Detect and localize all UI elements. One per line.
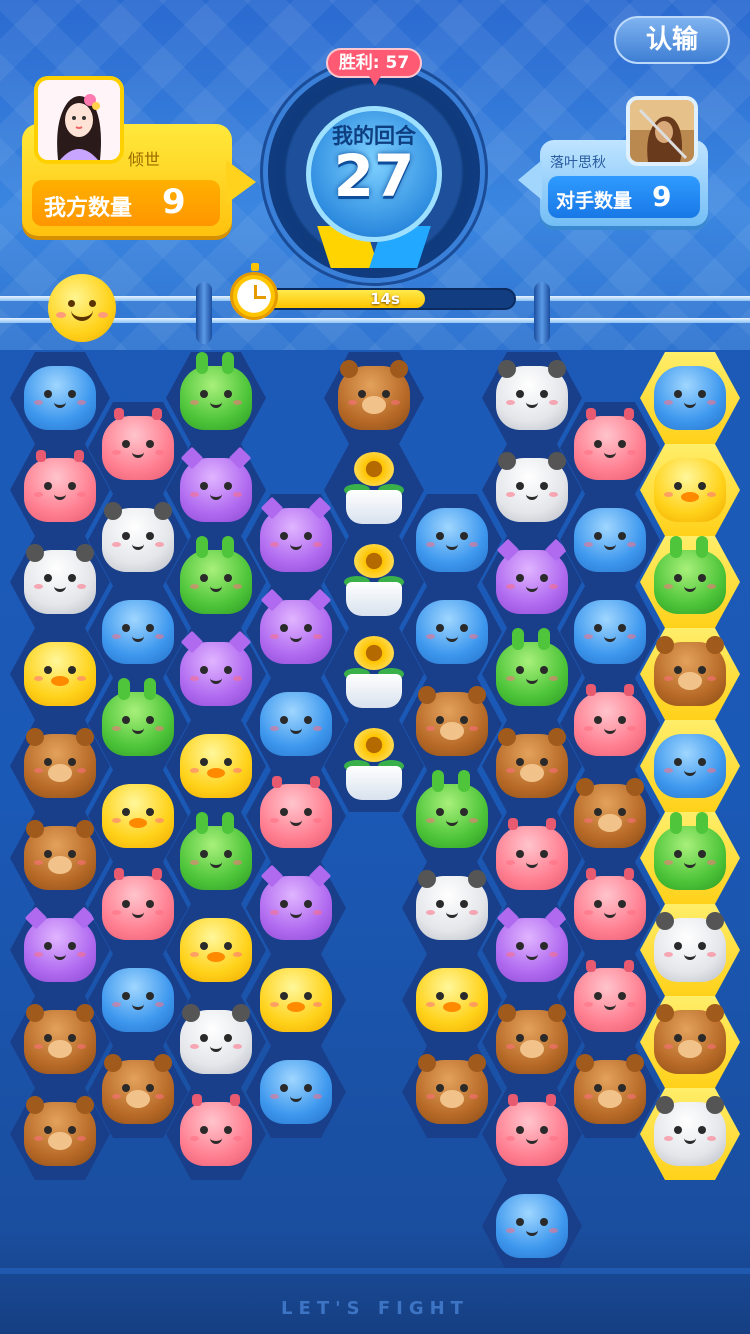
blue-hippo-icon[interactable] [574, 508, 646, 572]
win-badge-pointer [369, 76, 381, 86]
brown-bear-icon[interactable] [24, 1004, 96, 1074]
opponent-avatar-warrior-icon[interactable] [626, 96, 698, 166]
sunflower-pot-icon[interactable] [338, 450, 410, 528]
sunflower-pot-icon[interactable] [338, 634, 410, 712]
brown-bear-icon[interactable] [496, 1004, 568, 1074]
blue-hippo-icon[interactable] [24, 366, 96, 430]
blue-hippo-icon[interactable] [496, 1194, 568, 1258]
purple-cat-icon[interactable] [180, 446, 252, 522]
white-panda-icon[interactable] [654, 912, 726, 982]
player-count-value: 9 [162, 182, 186, 222]
brown-bear-icon[interactable] [24, 820, 96, 890]
footer-slogan: LET'S FIGHT [281, 1298, 469, 1319]
pink-deer-icon[interactable] [260, 776, 332, 848]
ring-post-right [534, 282, 550, 344]
footer-band [0, 1268, 750, 1274]
brown-bear-icon[interactable] [574, 778, 646, 848]
purple-cat-icon[interactable] [260, 864, 332, 940]
yellow-chick-icon[interactable] [24, 642, 96, 706]
pink-deer-icon[interactable] [24, 450, 96, 522]
blue-hippo-icon[interactable] [260, 692, 332, 756]
pink-deer-icon[interactable] [496, 818, 568, 890]
yellow-chick-icon[interactable] [416, 968, 488, 1032]
player-panel-pointer [226, 160, 256, 204]
blue-hippo-icon[interactable] [102, 968, 174, 1032]
purple-cat-icon[interactable] [496, 906, 568, 982]
green-bunny-icon[interactable] [180, 536, 252, 614]
yellow-chick-icon[interactable] [180, 918, 252, 982]
brown-bear-icon[interactable] [496, 728, 568, 798]
opponent-count-label: 对手数量 [556, 190, 633, 212]
blue-hippo-icon[interactable] [654, 734, 726, 798]
player-count-label: 我方数量 [44, 196, 133, 221]
green-bunny-icon[interactable] [496, 628, 568, 706]
pink-deer-icon[interactable] [574, 684, 646, 756]
brown-bear-icon[interactable] [416, 686, 488, 756]
opponent-name: 落叶思秋 [550, 155, 606, 171]
blue-hippo-icon[interactable] [416, 600, 488, 664]
player-avatar-girl-icon[interactable] [34, 76, 124, 164]
pink-deer-icon[interactable] [102, 408, 174, 480]
blue-hippo-icon[interactable] [102, 600, 174, 664]
white-panda-icon[interactable] [416, 870, 488, 940]
green-bunny-icon[interactable] [416, 770, 488, 848]
purple-cat-icon[interactable] [260, 588, 332, 664]
surrender-button[interactable]: 认输 [614, 16, 730, 64]
green-bunny-icon[interactable] [654, 812, 726, 890]
brown-bear-icon[interactable] [102, 1054, 174, 1124]
sunflower-pot-icon[interactable] [338, 542, 410, 620]
yellow-chick-icon[interactable] [180, 734, 252, 798]
brown-bear-icon[interactable] [24, 1096, 96, 1166]
win-count-badge: 胜利: 57 [326, 48, 422, 78]
turn-number: 27 [333, 142, 415, 210]
brown-bear-icon[interactable] [24, 728, 96, 798]
green-bunny-icon[interactable] [180, 352, 252, 430]
yellow-chick-icon[interactable] [260, 968, 332, 1032]
opponent-count-value: 9 [652, 180, 672, 213]
brown-bear-icon[interactable] [654, 636, 726, 706]
green-bunny-icon[interactable] [180, 812, 252, 890]
pink-deer-icon[interactable] [180, 1094, 252, 1166]
pink-deer-icon[interactable] [574, 868, 646, 940]
timer-text: 14s [370, 290, 400, 308]
purple-cat-icon[interactable] [496, 538, 568, 614]
smiley-face-icon[interactable] [48, 274, 116, 342]
purple-cat-icon[interactable] [260, 496, 332, 572]
sunflower-pot-icon[interactable] [338, 726, 410, 804]
purple-cat-icon[interactable] [180, 630, 252, 706]
blue-hippo-icon[interactable] [260, 1060, 332, 1124]
brown-bear-icon[interactable] [338, 360, 410, 430]
white-panda-icon[interactable] [496, 360, 568, 430]
blue-hippo-icon[interactable] [574, 600, 646, 664]
stopwatch-icon [230, 263, 278, 320]
pink-deer-icon[interactable] [574, 408, 646, 480]
white-panda-icon[interactable] [654, 1096, 726, 1166]
blue-hippo-icon[interactable] [416, 508, 488, 572]
green-bunny-icon[interactable] [654, 536, 726, 614]
blue-hippo-icon[interactable] [654, 366, 726, 430]
ring-post-left [196, 282, 212, 344]
yellow-chick-icon[interactable] [654, 458, 726, 522]
brown-bear-icon[interactable] [654, 1004, 726, 1074]
pink-deer-icon[interactable] [102, 868, 174, 940]
player-name: 倾世 [128, 150, 161, 169]
white-panda-icon[interactable] [496, 452, 568, 522]
pink-deer-icon[interactable] [574, 960, 646, 1032]
white-panda-icon[interactable] [102, 502, 174, 572]
brown-bear-icon[interactable] [574, 1054, 646, 1124]
pink-deer-icon[interactable] [496, 1094, 568, 1166]
green-bunny-icon[interactable] [102, 678, 174, 756]
white-panda-icon[interactable] [180, 1004, 252, 1074]
yellow-chick-icon[interactable] [102, 784, 174, 848]
opponent-panel-pointer [518, 160, 542, 200]
purple-cat-icon[interactable] [24, 906, 96, 982]
brown-bear-icon[interactable] [416, 1054, 488, 1124]
white-panda-icon[interactable] [24, 544, 96, 614]
